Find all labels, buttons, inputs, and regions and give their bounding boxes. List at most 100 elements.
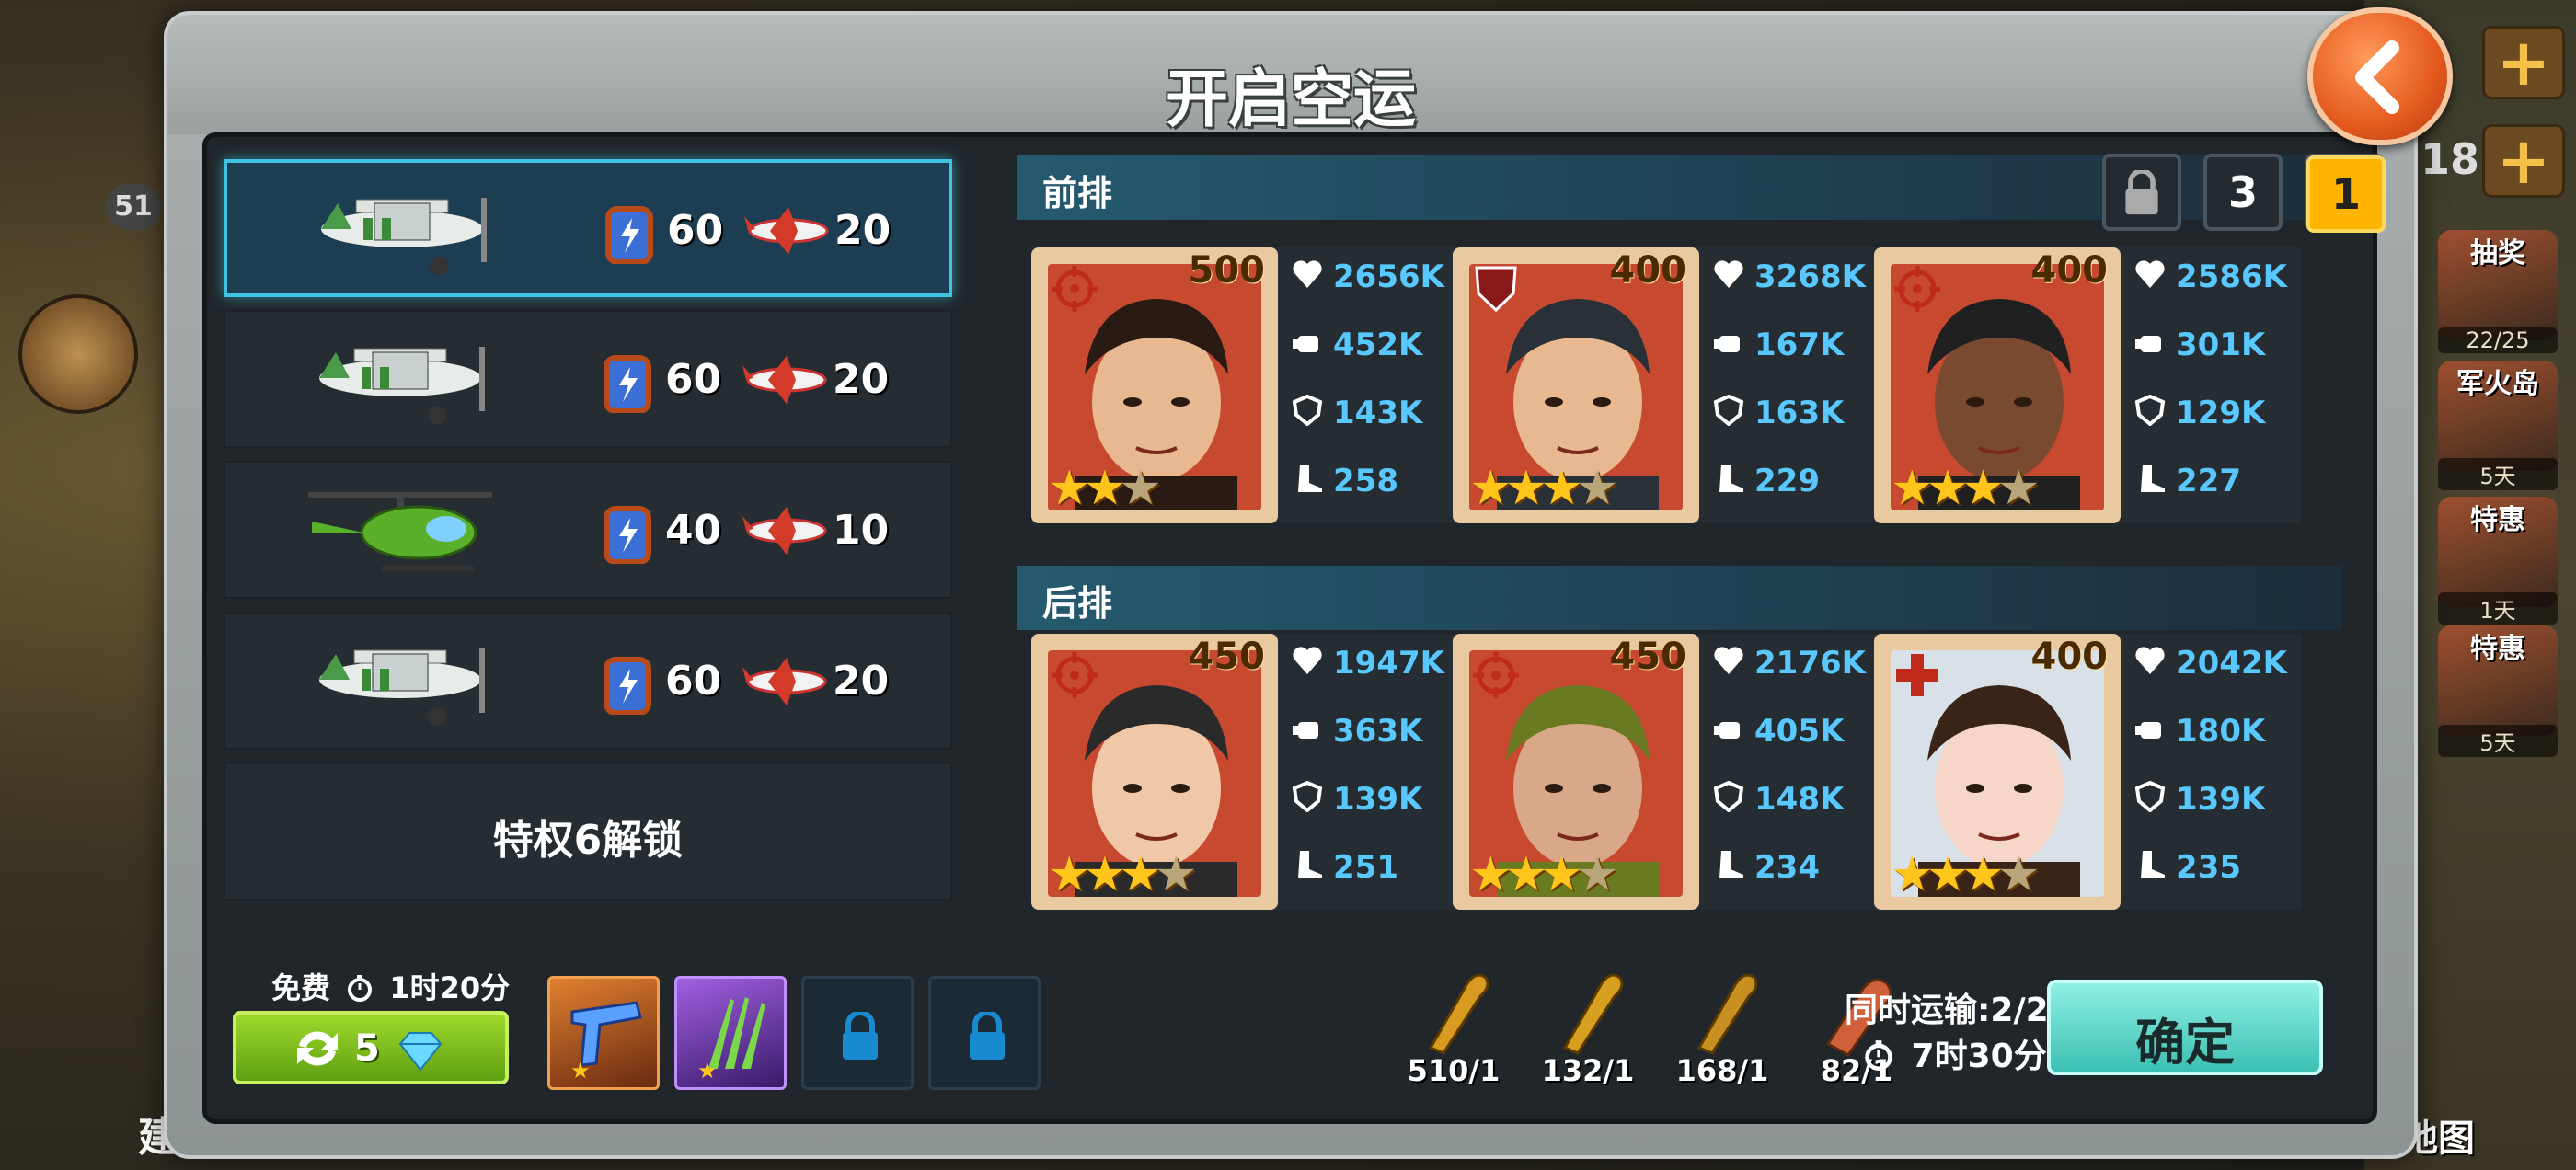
star-rating: ★★★★ [1469, 461, 1618, 516]
hero-portrait[interactable]: 400 ★★★★ [1453, 247, 1699, 523]
plane-row-1[interactable]: 60 20 [224, 159, 952, 297]
hero-level: 450 [1188, 636, 1266, 678]
capacity-value: 20 [833, 658, 890, 705]
confirm-label: 确定 [2135, 1014, 2235, 1072]
spd-value: 258 [1333, 463, 1398, 499]
side-label-deal-2: 特惠 [2470, 633, 2525, 665]
dialog-content: 60 20 60 20 40 10 60 20 特权6解锁 免费 1时20分 5… [202, 132, 2386, 1124]
fuel-can-icon [605, 206, 653, 264]
side-label-arms-island: 军火岛 [2456, 368, 2539, 400]
cargo-plane-icon [742, 658, 827, 705]
fuel-value: 40 [665, 507, 722, 554]
hero-card[interactable]: 400 ★★★★ 2042K 180K 139K 235 [1874, 634, 2301, 910]
item-slot-locked-1[interactable] [801, 976, 914, 1090]
locked-slot-label: 特权6解锁 [492, 817, 684, 864]
hero-card[interactable]: 400 ★★★★ 2586K 301K 129K 227 [1874, 247, 2301, 523]
plane-row-locked[interactable]: 特权6解锁 [224, 763, 952, 900]
item-slot-claw[interactable]: ★ [674, 976, 787, 1090]
stat-atk: 180K [2133, 711, 2301, 750]
side-sub-lottery: 22/25 [2438, 327, 2558, 353]
stat-hp: 2656K [1291, 257, 1458, 295]
hero-portrait[interactable]: 400 ★★★★ [1874, 247, 2121, 523]
front-row-label: 前排 [1042, 173, 1113, 213]
refresh-button[interactable]: 5 [233, 1011, 509, 1084]
capacity-value: 20 [833, 356, 890, 403]
ammo-count: 510/1 [1407, 1053, 1501, 1088]
tab-team-1[interactable]: 1 [2306, 155, 2386, 233]
dialog-title: 开启空运 [1165, 63, 1416, 136]
class-shield-icon [1471, 264, 1521, 314]
left-menu-icon[interactable] [18, 294, 138, 414]
stat-atk: 301K [2133, 325, 2301, 363]
fuel-can-icon [604, 355, 651, 413]
add-resource-button-2[interactable]: + [2482, 124, 2565, 198]
item-slot-locked-2[interactable] [928, 976, 1041, 1090]
hero-portrait[interactable]: 450 ★★★★ [1031, 634, 1278, 910]
cargo-plane-icon [744, 207, 829, 255]
spd-value: 229 [1754, 463, 1820, 499]
hero-portrait[interactable]: 450 ★★★★ [1453, 634, 1699, 910]
free-timer: 1时20分 [389, 970, 511, 1005]
back-button[interactable] [2307, 7, 2453, 145]
tab-team-3[interactable]: 3 [2203, 154, 2283, 231]
hero-card[interactable]: 500 ★★★ 2656K 452K 143K 258 [1031, 247, 1458, 523]
hp-value: 3268K [1754, 258, 1866, 295]
hp-value: 2176K [1754, 645, 1866, 682]
biplane-icon [319, 648, 485, 726]
item-slot-pistol[interactable]: ★ [547, 976, 660, 1090]
hp-value: 2586K [2176, 258, 2287, 295]
airlift-dialog: 开启空运 60 20 60 20 40 10 60 20 特权6解锁 免费 1时… [164, 11, 2418, 1159]
add-resource-button-1[interactable]: + [2482, 26, 2565, 99]
star-rating: ★★★★ [1891, 461, 2040, 516]
def-value: 139K [1333, 781, 1423, 818]
stat-atk: 452K [1291, 325, 1458, 363]
lock-icon [2125, 168, 2158, 215]
stat-def: 148K [1712, 779, 1880, 818]
plane-row-4[interactable]: 60 20 [224, 612, 952, 750]
hero-card[interactable]: 450 ★★★★ 1947K 363K 139K 251 [1031, 634, 1458, 910]
hero-portrait[interactable]: 400 ★★★★ [1874, 634, 2121, 910]
plane-row-3[interactable]: 40 10 [224, 461, 952, 599]
stat-hp: 2042K [2133, 643, 2301, 682]
title-bar: 开启空运 [167, 15, 2414, 136]
class-target-icon [1892, 264, 1942, 314]
hero-portrait[interactable]: 500 ★★★ [1031, 247, 1278, 523]
free-refresh-label: 免费 1时20分 [271, 965, 510, 1007]
plane-row-2[interactable]: 60 20 [224, 310, 952, 448]
side-sub-arms-island: 5天 [2438, 458, 2558, 490]
stopwatch-icon [348, 975, 373, 1002]
biplane-icon [321, 198, 487, 275]
atk-value: 363K [1333, 713, 1423, 750]
spd-value: 235 [2176, 849, 2241, 886]
tab-locked[interactable] [2102, 154, 2181, 231]
hero-level: 400 [2030, 636, 2109, 678]
bullet-icon [1696, 973, 1758, 1055]
ammo-count: 132/1 [1541, 1053, 1635, 1088]
side-label-lottery: 抽奖 [2470, 237, 2525, 270]
side-sub-deal-2: 5天 [2438, 725, 2558, 757]
confirm-button[interactable]: 确定 [2047, 980, 2323, 1075]
star-rating: ★★★★ [1891, 847, 2040, 902]
plane-list: 60 20 60 20 40 10 60 20 特权6解锁 [224, 159, 952, 900]
resource-value-2: 18 [2420, 134, 2479, 184]
star-icon: ★ [570, 1058, 591, 1084]
ammo-item-3: 168/1 [1672, 965, 1773, 1094]
hero-card[interactable]: 450 ★★★★ 2176K 405K 148K 234 [1453, 634, 1880, 910]
spd-value: 234 [1754, 849, 1820, 886]
transport-time-row: 7时30分 [1863, 1029, 2047, 1077]
atk-value: 452K [1333, 327, 1423, 363]
hp-value: 2042K [2176, 645, 2287, 682]
hp-value: 2656K [1333, 258, 1444, 295]
class-target-icon [1050, 650, 1099, 700]
hero-card[interactable]: 400 ★★★★ 3268K 167K 163K 229 [1453, 247, 1880, 523]
stat-def: 129K [2133, 393, 2301, 431]
stat-spd: 235 [2133, 847, 2301, 886]
side-label-deal-1: 特惠 [2470, 504, 2525, 536]
stat-hp: 1947K [1291, 643, 1458, 682]
cargo-plane-icon [742, 507, 827, 555]
hero-level: 500 [1188, 249, 1266, 292]
capacity-value: 10 [833, 507, 890, 554]
refresh-cost: 5 [354, 1027, 380, 1070]
chevron-left-icon [2355, 40, 2399, 114]
stat-spd: 234 [1712, 847, 1880, 886]
